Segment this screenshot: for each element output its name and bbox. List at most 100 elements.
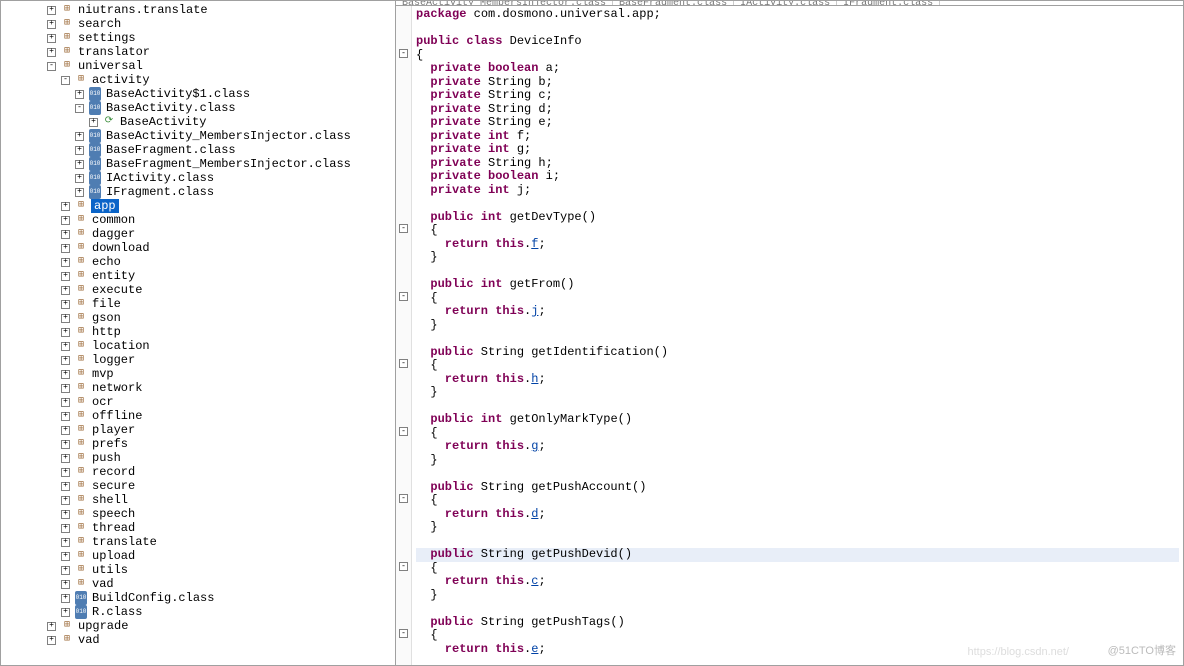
editor-tab[interactable]: BaseFragment.class [613,1,734,5]
tree-expander-icon[interactable]: + [75,146,84,155]
tree-expander-icon[interactable]: + [47,6,56,15]
fold-toggle-icon[interactable]: - [399,359,408,368]
tree-expander-icon[interactable]: + [61,412,70,421]
tree-item-upgrade[interactable]: +upgrade [1,619,395,633]
tree-item-shell[interactable]: +shell [1,493,395,507]
tree-expander-icon[interactable]: + [61,454,70,463]
tree-expander-icon[interactable]: + [61,426,70,435]
tree-item-universal[interactable]: -universal [1,59,395,73]
fold-toggle-icon[interactable]: - [399,494,408,503]
tree-expander-icon[interactable]: + [47,636,56,645]
tree-item-execute[interactable]: +execute [1,283,395,297]
tree-expander-icon[interactable]: + [61,314,70,323]
tree-expander-icon[interactable]: + [61,272,70,281]
fold-toggle-icon[interactable]: - [399,224,408,233]
tree-item-thread[interactable]: +thread [1,521,395,535]
tree-item-iactivity-class[interactable]: +IActivity.class [1,171,395,185]
tree-expander-icon[interactable]: + [61,580,70,589]
tree-expander-icon[interactable]: + [61,286,70,295]
tree-item-baseactivity-1-class[interactable]: +BaseActivity$1.class [1,87,395,101]
tree-expander-icon[interactable]: + [61,524,70,533]
package-explorer[interactable]: +niutrans.translate+search+settings+tran… [1,1,396,665]
tree-expander-icon[interactable]: + [47,48,56,57]
editor-tab[interactable]: IFragment.class [837,1,940,5]
tree-expander-icon[interactable]: + [61,342,70,351]
tree-item-app[interactable]: +app [1,199,395,213]
tree-item-offline[interactable]: +offline [1,409,395,423]
tree-expander-icon[interactable]: + [47,622,56,631]
tree-expander-icon[interactable]: + [61,258,70,267]
tree-item-echo[interactable]: +echo [1,255,395,269]
tree-item-player[interactable]: +player [1,423,395,437]
tree-item-activity[interactable]: -activity [1,73,395,87]
tree-item-secure[interactable]: +secure [1,479,395,493]
tree-expander-icon[interactable]: + [61,300,70,309]
tree-item-vad[interactable]: +vad [1,577,395,591]
tree-expander-icon[interactable]: + [75,160,84,169]
tree-expander-icon[interactable]: + [75,174,84,183]
tree-item-prefs[interactable]: +prefs [1,437,395,451]
tree-expander-icon[interactable]: - [47,62,56,71]
tree-expander-icon[interactable]: + [61,202,70,211]
tree-expander-icon[interactable]: + [61,440,70,449]
tree-item-dagger[interactable]: +dagger [1,227,395,241]
source-code[interactable]: package com.dosmono.universal.app; publi… [412,6,1183,665]
tree-expander-icon[interactable]: + [61,468,70,477]
fold-gutter[interactable]: -------- [396,6,412,665]
tree-expander-icon[interactable]: + [61,538,70,547]
tree-expander-icon[interactable]: + [61,566,70,575]
tree-expander-icon[interactable]: + [61,384,70,393]
tree-item-r-class[interactable]: +R.class [1,605,395,619]
tree-expander-icon[interactable]: - [61,76,70,85]
editor-tab[interactable]: BaseActivity_MembersInjector.class [396,1,613,5]
tree-expander-icon[interactable]: - [75,104,84,113]
editor-body[interactable]: -------- package com.dosmono.universal.a… [396,6,1183,665]
tree-item-niutrans-translate[interactable]: +niutrans.translate [1,3,395,17]
tree-item-upload[interactable]: +upload [1,549,395,563]
tree-item-entity[interactable]: +entity [1,269,395,283]
tree-item-speech[interactable]: +speech [1,507,395,521]
tree-item-mvp[interactable]: +mvp [1,367,395,381]
tree-item-http[interactable]: +http [1,325,395,339]
tree-item-vad[interactable]: +vad [1,633,395,647]
tree-item-basefragment-membersinjector-class[interactable]: +BaseFragment_MembersInjector.class [1,157,395,171]
tree-expander-icon[interactable]: + [47,34,56,43]
tree-item-baseactivity-class[interactable]: -BaseActivity.class [1,101,395,115]
tree-item-location[interactable]: +location [1,339,395,353]
tree-item-translator[interactable]: +translator [1,45,395,59]
fold-toggle-icon[interactable]: - [399,292,408,301]
tree-expander-icon[interactable]: + [75,132,84,141]
tree-item-network[interactable]: +network [1,381,395,395]
tree-item-baseactivity-membersinjector-class[interactable]: +BaseActivity_MembersInjector.class [1,129,395,143]
tree-item-baseactivity[interactable]: +BaseActivity [1,115,395,129]
tree-item-record[interactable]: +record [1,465,395,479]
tree-expander-icon[interactable]: + [61,510,70,519]
tree-item-search[interactable]: +search [1,17,395,31]
tree-expander-icon[interactable]: + [61,370,70,379]
tree-item-gson[interactable]: +gson [1,311,395,325]
tree-item-download[interactable]: +download [1,241,395,255]
tree-expander-icon[interactable]: + [61,244,70,253]
tree-expander-icon[interactable]: + [61,594,70,603]
tree-expander-icon[interactable]: + [61,230,70,239]
tree-expander-icon[interactable]: + [61,608,70,617]
tree-item-file[interactable]: +file [1,297,395,311]
tree-expander-icon[interactable]: + [75,90,84,99]
tree-expander-icon[interactable]: + [75,188,84,197]
fold-toggle-icon[interactable]: - [399,427,408,436]
tree-expander-icon[interactable]: + [61,552,70,561]
fold-toggle-icon[interactable]: - [399,49,408,58]
tree-item-basefragment-class[interactable]: +BaseFragment.class [1,143,395,157]
tree-item-ifragment-class[interactable]: +IFragment.class [1,185,395,199]
tree-expander-icon[interactable]: + [61,356,70,365]
tree-expander-icon[interactable]: + [61,398,70,407]
tree-item-ocr[interactable]: +ocr [1,395,395,409]
tree-expander-icon[interactable]: + [47,20,56,29]
tree-item-translate[interactable]: +translate [1,535,395,549]
tree-item-push[interactable]: +push [1,451,395,465]
tree-expander-icon[interactable]: + [61,216,70,225]
tree-item-common[interactable]: +common [1,213,395,227]
tree-item-utils[interactable]: +utils [1,563,395,577]
tree-expander-icon[interactable]: + [61,496,70,505]
editor-tab[interactable]: IActivity.class [734,1,837,5]
